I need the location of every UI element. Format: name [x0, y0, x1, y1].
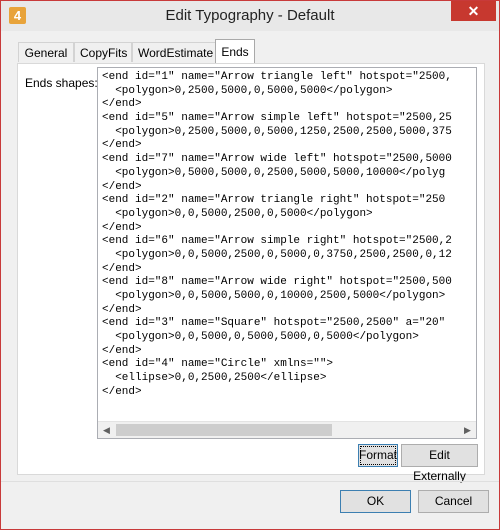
- horizontal-scrollbar[interactable]: ◀ ▶: [98, 421, 476, 438]
- window-title: Edit Typography - Default: [165, 7, 335, 24]
- code-line: <ellipse>0,0,2500,2500</ellipse>: [102, 372, 327, 385]
- code-line: <polygon>0,2500,5000,0,5000,1250,2500,25…: [102, 125, 452, 138]
- code-line: <end id="4" name="Circle" xmlns="">: [102, 358, 334, 371]
- code-line: </end>: [102, 385, 142, 398]
- ok-button[interactable]: OK: [340, 490, 411, 513]
- ends-shapes-label: Ends shapes:: [25, 76, 98, 90]
- scroll-right-icon[interactable]: ▶: [459, 422, 476, 438]
- code-line: <polygon>0,0,5000,0,5000,5000,0,5000</po…: [102, 331, 419, 344]
- code-line: <polygon>0,0,5000,2500,0,5000</polygon>: [102, 207, 373, 220]
- code-line: <end id="1" name="Arrow triangle left" h…: [102, 71, 452, 83]
- tab-copyfits[interactable]: CopyFits: [74, 42, 132, 62]
- format-button[interactable]: Format: [358, 444, 398, 467]
- code-line: </end>: [102, 139, 142, 152]
- code-line: <end id="6" name="Arrow simple right" ho…: [102, 235, 452, 248]
- code-line: <polygon>0,2500,5000,0,5000,5000</polygo…: [102, 84, 393, 97]
- cancel-button[interactable]: Cancel: [418, 490, 489, 513]
- close-button[interactable]: ✕: [451, 1, 496, 21]
- edit-externally-button[interactable]: Edit Externally: [401, 444, 478, 483]
- code-line: <end id="3" name="Square" hotspot="2500,…: [102, 317, 446, 330]
- scrollbar-thumb[interactable]: [116, 424, 332, 436]
- tab-ends[interactable]: Ends: [215, 39, 255, 63]
- code-line: <polygon>0,5000,5000,0,2500,5000,5000,10…: [102, 166, 446, 179]
- code-line: </end>: [102, 180, 142, 193]
- tab-general[interactable]: General: [18, 42, 74, 62]
- code-line: </end>: [102, 303, 142, 316]
- ends-shapes-textarea[interactable]: <end id="1" name="Arrow triangle left" h…: [97, 67, 477, 439]
- code-line: </end>: [102, 344, 142, 357]
- code-line: <end id="2" name="Arrow triangle right" …: [102, 194, 446, 207]
- title-bar[interactable]: 4 Edit Typography - Default ✕: [1, 1, 499, 31]
- dialog-window: 4 Edit Typography - Default ✕ General Co…: [0, 0, 500, 530]
- tab-wordestimate[interactable]: WordEstimate: [132, 42, 216, 62]
- footer-divider: [1, 481, 499, 482]
- code-line: <polygon>0,0,5000,2500,0,5000,0,3750,250…: [102, 248, 452, 261]
- close-icon: ✕: [467, 3, 480, 19]
- ends-shapes-code: <end id="1" name="Arrow triangle left" h…: [102, 71, 476, 400]
- code-line: </end>: [102, 98, 142, 111]
- code-line: <end id="8" name="Arrow wide right" hots…: [102, 276, 452, 289]
- code-line: </end>: [102, 221, 142, 234]
- code-line: <polygon>0,0,5000,5000,0,10000,2500,5000…: [102, 290, 446, 302]
- scroll-left-icon[interactable]: ◀: [98, 422, 115, 438]
- code-line: </end>: [102, 262, 142, 275]
- code-line: <end id="5" name="Arrow simple left" hot…: [102, 112, 452, 125]
- code-line: <end id="7" name="Arrow wide left" hotsp…: [102, 153, 452, 166]
